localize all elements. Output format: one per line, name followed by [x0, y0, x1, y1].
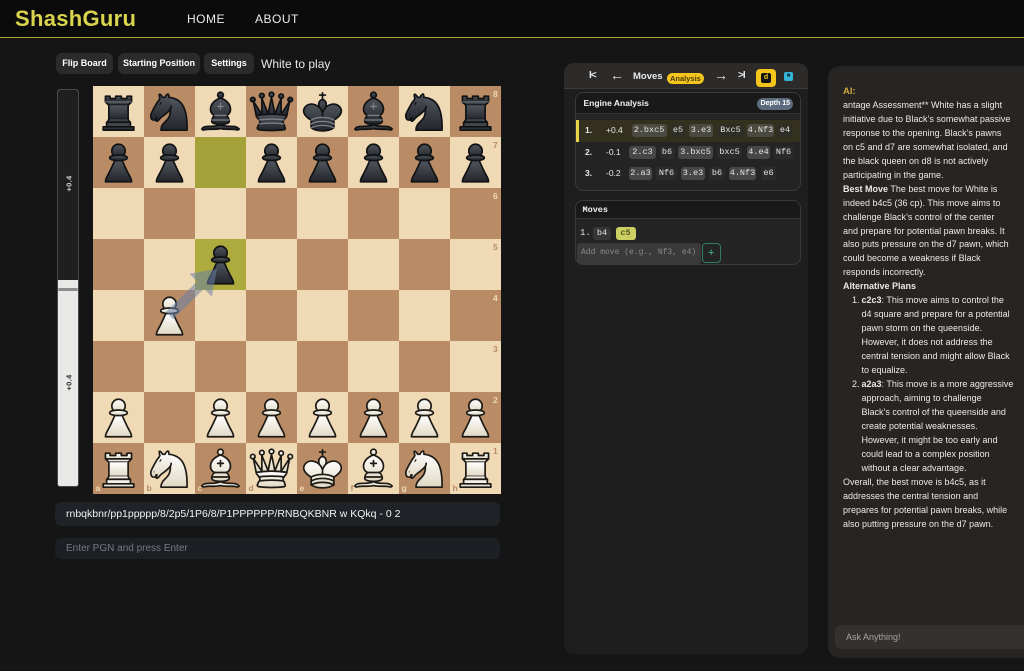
svg-text:8: 8: [493, 89, 498, 99]
svg-text:c: c: [198, 483, 203, 493]
svg-text:1: 1: [493, 446, 498, 456]
svg-text:e: e: [300, 483, 305, 493]
svg-text:h: h: [453, 483, 458, 493]
svg-text:g: g: [402, 483, 407, 493]
svg-text:b: b: [147, 483, 152, 493]
svg-text:a: a: [96, 483, 101, 493]
svg-text:4: 4: [493, 293, 498, 303]
svg-text:2: 2: [493, 395, 498, 405]
svg-text:f: f: [351, 483, 354, 493]
svg-text:d: d: [249, 483, 254, 493]
svg-text:5: 5: [493, 242, 498, 252]
svg-text:3: 3: [493, 344, 498, 354]
svg-text:6: 6: [493, 191, 498, 201]
svg-text:7: 7: [493, 140, 498, 150]
